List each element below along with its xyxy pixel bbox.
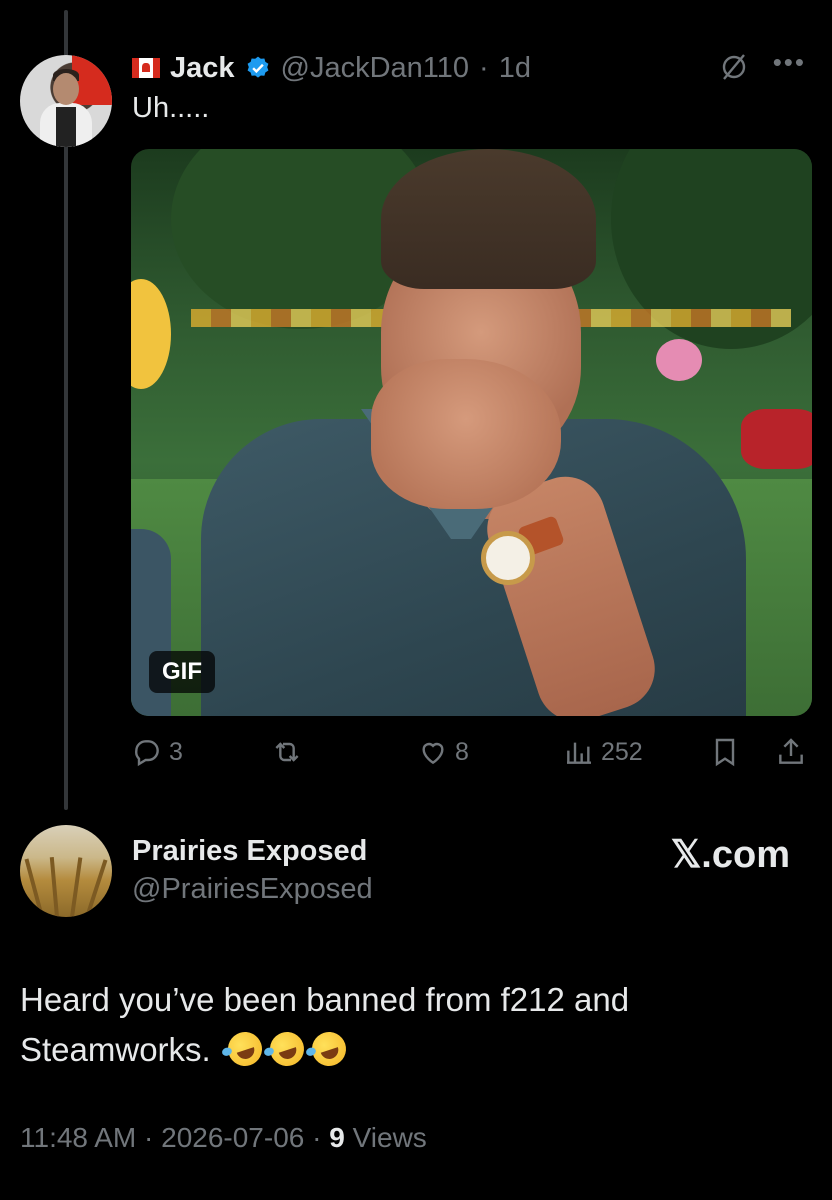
tweet-header: Jack @JackDan110 · 1d xyxy=(132,50,531,86)
more-options-icon[interactable]: ••• xyxy=(773,49,806,75)
analytics-icon xyxy=(567,742,591,764)
reply-time[interactable]: 11:48 AM xyxy=(20,1122,136,1153)
tweet-time[interactable]: 1d xyxy=(499,52,531,85)
tweet-text: Uh..... xyxy=(132,92,210,124)
like-button[interactable]: 8 xyxy=(417,730,469,774)
reply-text: Heard you’ve been banned from f212 and S… xyxy=(20,975,810,1074)
x-com-logo: 𝕏.com xyxy=(670,834,790,876)
reply-views-count: 9 xyxy=(329,1122,345,1153)
canada-flag-icon xyxy=(132,58,160,78)
bookmark-button[interactable] xyxy=(709,730,741,774)
rolling-laughing-emoji-icon xyxy=(265,1027,309,1070)
reply-count: 3 xyxy=(169,737,183,766)
repost-button[interactable] xyxy=(271,730,309,774)
gif-media[interactable]: GIF xyxy=(131,149,812,716)
share-icon xyxy=(779,738,803,764)
grok-icon[interactable] xyxy=(719,52,749,82)
meta-separator: · xyxy=(312,1122,322,1153)
rolling-laughing-emoji-icon xyxy=(223,1027,267,1070)
tweet-top-icons: ••• xyxy=(719,49,806,82)
views-button[interactable]: 252 xyxy=(563,730,643,774)
reply-date[interactable]: 2026-07-06 xyxy=(161,1122,304,1153)
reply-metadata: 11:48 AM · 2026-07-06 · 9 Views xyxy=(20,1122,427,1154)
author-name[interactable]: Jack xyxy=(170,52,235,85)
share-button[interactable] xyxy=(775,730,807,774)
repost-icon xyxy=(275,742,299,762)
rolling-laughing-emoji-icon xyxy=(307,1027,351,1070)
gif-badge: GIF xyxy=(149,651,215,693)
reply-icon xyxy=(135,740,159,767)
reply-avatar[interactable] xyxy=(20,825,112,917)
reply-author-name[interactable]: Prairies Exposed xyxy=(132,835,367,868)
separator: · xyxy=(479,51,489,84)
heart-icon xyxy=(422,742,444,765)
reply-views-label: Views xyxy=(352,1122,427,1153)
author-handle[interactable]: @JackDan110 xyxy=(281,52,470,85)
tweet-actions: 3 8 252 xyxy=(131,730,812,774)
avatar[interactable] xyxy=(20,55,112,147)
like-count: 8 xyxy=(455,737,469,766)
reply-button[interactable]: 3 xyxy=(131,730,183,774)
reply-author-handle[interactable]: @PrairiesExposed xyxy=(132,873,373,906)
bookmark-icon xyxy=(715,738,735,767)
view-count: 252 xyxy=(601,737,643,766)
verified-badge-icon xyxy=(247,56,268,78)
meta-separator: · xyxy=(144,1122,154,1153)
